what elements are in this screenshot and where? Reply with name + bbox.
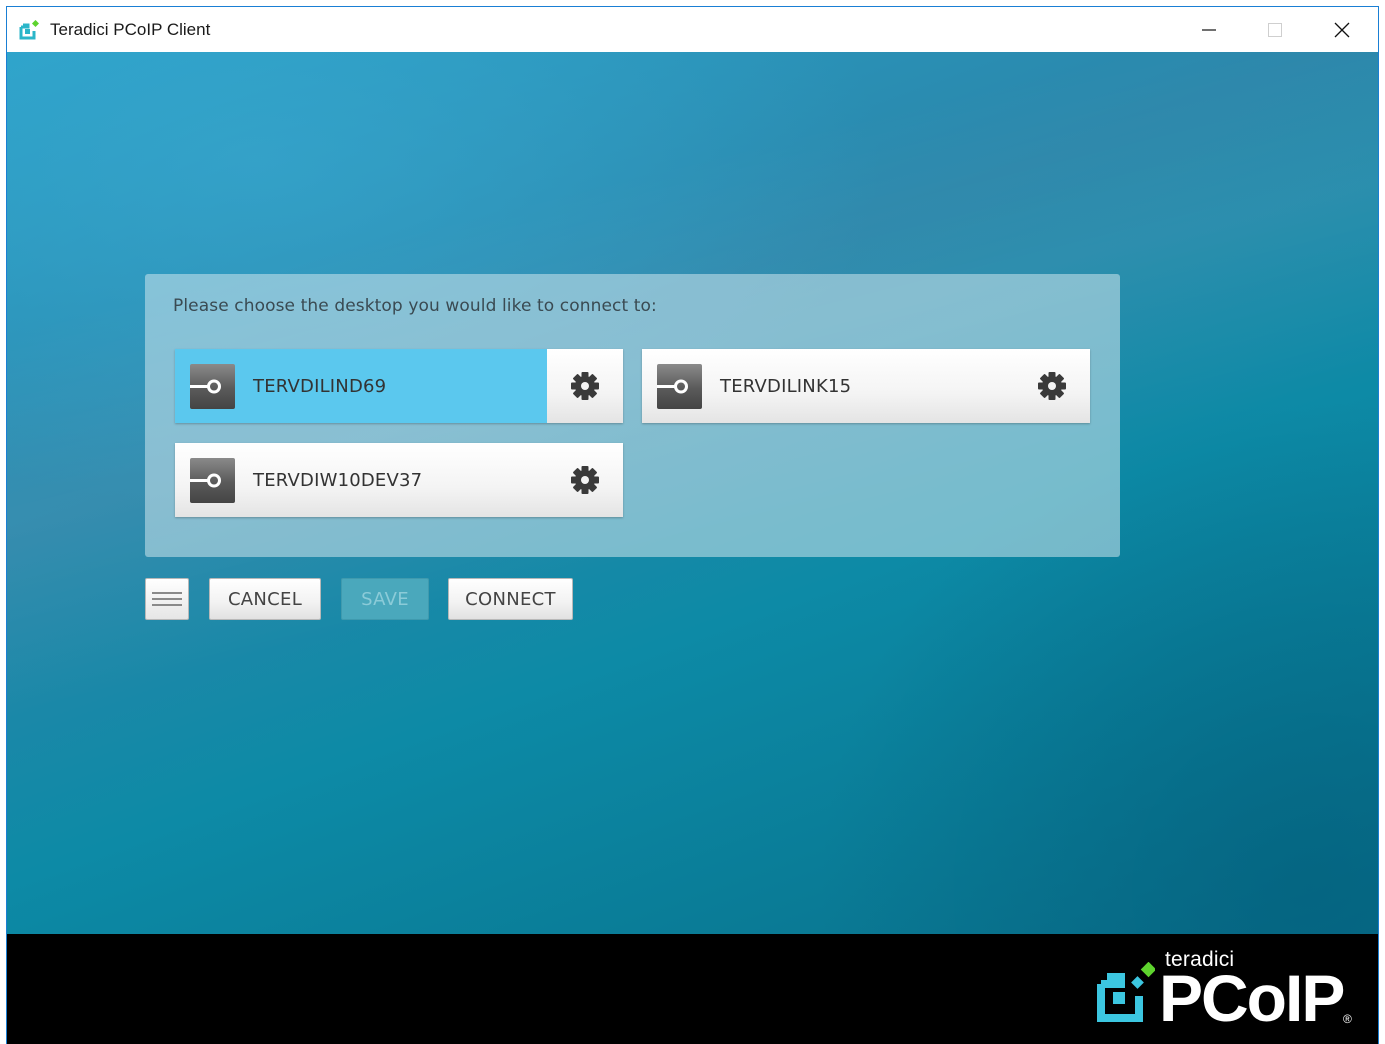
- teradici-app-icon: [19, 19, 40, 40]
- desktop-connection-icon: [190, 457, 235, 503]
- window-title: Teradici PCoIP Client: [50, 19, 211, 39]
- desktop-name: TERVDIW10DEV37: [253, 469, 423, 491]
- desktop-name: TERVDILIND69: [253, 375, 387, 397]
- logo-registered-mark: ®: [1343, 1012, 1352, 1026]
- connect-button[interactable]: CONNECT: [448, 578, 573, 620]
- desktop-settings-button[interactable]: [547, 443, 623, 517]
- gear-icon: [571, 372, 599, 400]
- desktop-tile-tervdilink15[interactable]: TERVDILINK15: [642, 349, 1090, 423]
- desktop-tile-select[interactable]: TERVDILIND69: [175, 349, 547, 423]
- desktop-name: TERVDILINK15: [720, 375, 852, 397]
- desktop-tile-tervdiw10dev37[interactable]: TERVDIW10DEV37: [175, 443, 623, 517]
- gear-icon: [571, 466, 599, 494]
- desktop-tile-select[interactable]: TERVDIW10DEV37: [175, 443, 547, 517]
- desktop-tile-tervdilind69[interactable]: TERVDILIND69: [175, 349, 623, 423]
- close-icon: [1334, 22, 1350, 37]
- maximize-button[interactable]: [1243, 7, 1307, 52]
- pcoip-logo-icon: [1097, 962, 1155, 1022]
- hamburger-menu-icon: [152, 592, 182, 594]
- desktop-connection-icon: [190, 363, 235, 409]
- app-window: Teradici PCoIP Client Please choose the …: [6, 6, 1379, 1044]
- gear-icon: [1038, 372, 1066, 400]
- desktop-settings-button[interactable]: [547, 349, 623, 423]
- maximize-icon: [1268, 22, 1282, 37]
- desktop-settings-button[interactable]: [1014, 349, 1090, 423]
- save-button[interactable]: SAVE: [341, 578, 429, 620]
- main-content: Please choose the desktop you would like…: [7, 52, 1378, 934]
- close-button[interactable]: [1310, 7, 1374, 52]
- teradici-pcoip-logo: teradici PCoIP ®: [1087, 948, 1357, 1038]
- minimize-button[interactable]: [1177, 7, 1241, 52]
- title-bar: Teradici PCoIP Client: [7, 7, 1378, 52]
- cancel-button[interactable]: CANCEL: [209, 578, 321, 620]
- logo-product-text: PCoIP: [1159, 961, 1345, 1035]
- desktop-connection-icon: [657, 363, 702, 409]
- desktop-tile-select[interactable]: TERVDILINK15: [642, 349, 1014, 423]
- selection-prompt: Please choose the desktop you would like…: [173, 296, 657, 316]
- footer-bar: teradici PCoIP ®: [7, 934, 1378, 1044]
- minimize-icon: [1202, 28, 1216, 31]
- hamburger-menu-button[interactable]: [145, 578, 189, 620]
- desktop-selection-panel: Please choose the desktop you would like…: [145, 274, 1120, 557]
